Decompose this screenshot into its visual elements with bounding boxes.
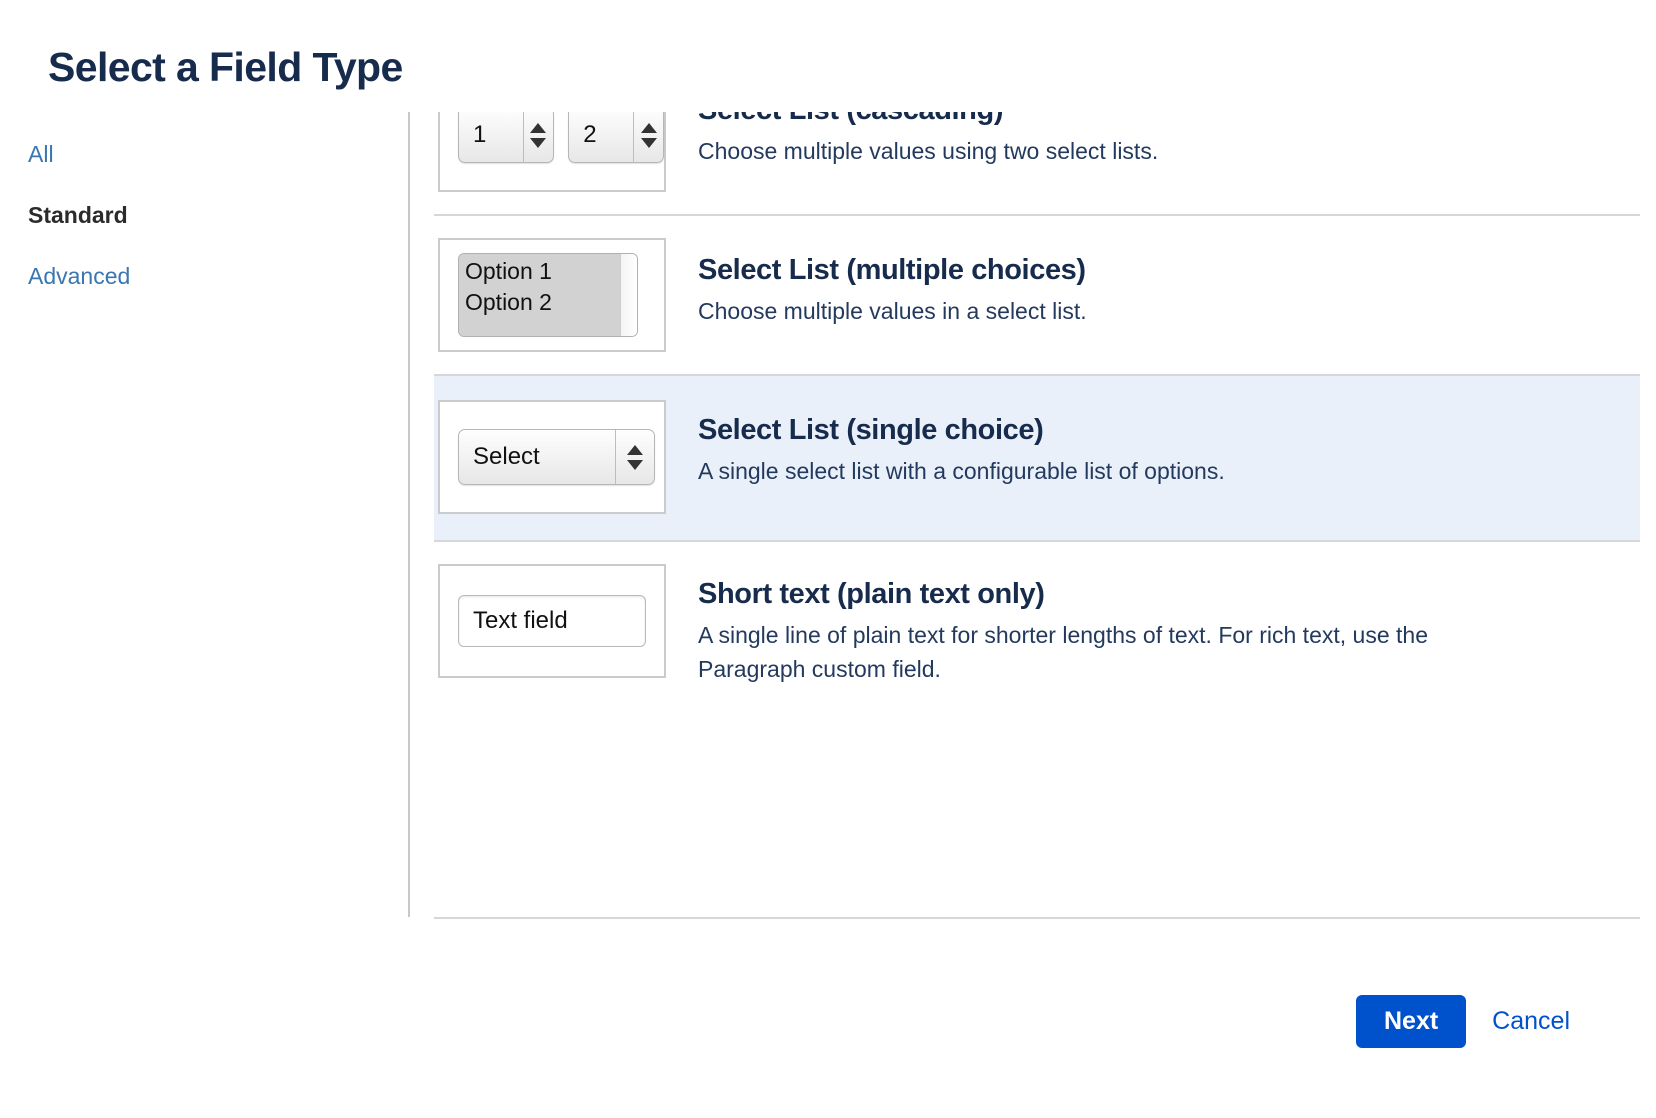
listbox-scrollbar[interactable] — [620, 254, 637, 336]
select-widget[interactable]: Select — [458, 429, 655, 485]
field-type-description: Choose multiple values using two select … — [698, 138, 1159, 164]
dialog-footer: Next Cancel — [1355, 995, 1570, 1048]
select-widget-value: Select — [473, 443, 540, 470]
category-sidebar: All Standard Advanced — [0, 140, 388, 323]
stepper-arrows-icon — [633, 108, 663, 162]
field-type-row-select-list-single[interactable]: Select Select List (single choice) A sin… — [434, 374, 1640, 540]
preview-textfield: Text field — [438, 564, 666, 678]
field-type-description: Choose multiple values in a select list. — [698, 298, 1087, 324]
text-input-widget[interactable]: Text field — [458, 595, 646, 647]
field-type-title: Select List (multiple choices) — [698, 254, 1086, 286]
footer-divider — [434, 917, 1640, 919]
select-widget-2[interactable]: 2 — [568, 107, 664, 163]
cancel-button[interactable]: Cancel — [1492, 1007, 1570, 1036]
listbox-option-2[interactable]: Option 2 — [465, 287, 620, 318]
select-widget-2-value: 2 — [583, 121, 597, 148]
field-type-title: Select List (single choice) — [698, 414, 1044, 446]
select-widget-1-value: 1 — [473, 121, 487, 148]
stepper-arrows-icon — [615, 430, 654, 484]
sidebar-item-all[interactable]: All — [0, 140, 388, 168]
preview-listbox: Option 1 Option 2 — [438, 238, 666, 352]
select-widget-1[interactable]: 1 — [458, 107, 554, 163]
field-type-row-select-list-multiple[interactable]: Option 1 Option 2 Select List (multiple … — [434, 214, 1640, 374]
stepper-arrows-icon — [523, 108, 553, 162]
field-type-description: A single line of plain text for shorter … — [698, 622, 1428, 682]
sidebar-item-advanced[interactable]: Advanced — [0, 262, 388, 290]
field-type-title: Short text (plain text only) — [698, 578, 1045, 610]
list-scroll-mask — [434, 0, 1640, 112]
field-type-text: Short text (plain text only) A single li… — [698, 564, 1518, 686]
preview-select: Select — [438, 400, 666, 514]
field-type-row-short-text[interactable]: Text field Short text (plain text only) … — [434, 540, 1640, 712]
listbox-widget[interactable]: Option 1 Option 2 — [458, 253, 638, 337]
field-type-description: A single select list with a configurable… — [698, 458, 1225, 484]
vertical-divider — [408, 112, 410, 917]
next-button[interactable]: Next — [1355, 995, 1467, 1048]
sidebar-item-standard[interactable]: Standard — [0, 201, 388, 229]
field-type-text: Select List (multiple choices) Choose mu… — [698, 238, 1087, 328]
page-title: Select a Field Type — [48, 44, 403, 90]
listbox-option-1[interactable]: Option 1 — [465, 256, 620, 287]
listbox-options: Option 1 Option 2 — [459, 254, 620, 336]
field-type-text: Select List (single choice) A single sel… — [698, 400, 1225, 488]
